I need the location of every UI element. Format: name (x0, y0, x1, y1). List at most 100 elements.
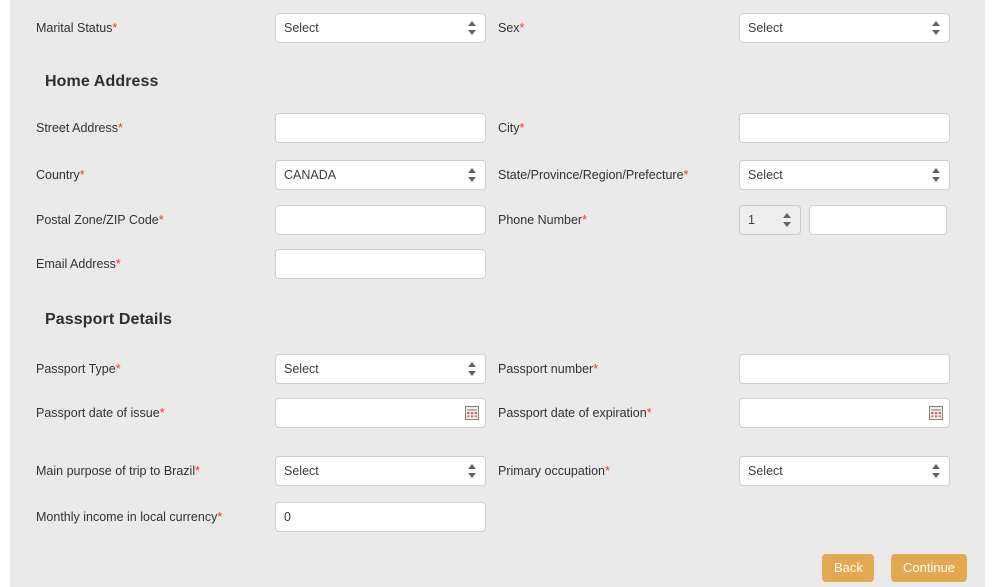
form-row-passport-date-of-issue: Passport date of issue* (36, 398, 486, 428)
label-text: Main purpose of trip to Brazil (36, 464, 196, 478)
input-passport-number[interactable] (739, 354, 950, 384)
label-street-address: Street Address* (36, 113, 123, 143)
field-phone-country-code: 1 (739, 205, 801, 235)
label-postal-code: Postal Zone/ZIP Code* (36, 205, 164, 235)
datepicker-passport-issue[interactable] (275, 398, 486, 428)
input-postal-code[interactable] (275, 205, 486, 235)
label-text: Passport Type (36, 362, 116, 376)
select-primary-occupation[interactable]: Select (739, 456, 950, 486)
label-passport-date-of-issue: Passport date of issue* (36, 398, 165, 428)
section-heading-passport-details: Passport Details (45, 311, 172, 328)
label-passport-number: Passport number* (498, 354, 598, 384)
label-passport-date-of-expiration: Passport date of expiration* (498, 398, 652, 428)
form-panel: Marital Status* Select Sex* Select Home … (10, 0, 985, 587)
form-row-passport-date-of-expiration: Passport date of expiration* (498, 398, 950, 428)
sort-arrows-icon (932, 167, 941, 183)
required-asterisk: * (593, 362, 599, 376)
section-heading-home-address: Home Address (45, 73, 159, 90)
label-text: Monthly income in local currency (36, 510, 218, 524)
field-country: CANADA (275, 160, 486, 190)
label-text: Marital Status (36, 21, 113, 35)
select-phone-country-code[interactable]: 1 (739, 205, 801, 235)
input-street-address[interactable] (275, 113, 486, 143)
select-value: Select (284, 21, 319, 35)
select-state-province[interactable]: Select (739, 160, 950, 190)
field-postal-code (275, 205, 486, 235)
form-row-passport-number: Passport number* (498, 354, 950, 384)
label-sex: Sex* (498, 13, 524, 43)
input-email-address[interactable] (275, 249, 486, 279)
field-monthly-income (275, 502, 486, 532)
form-row-postal-code: Postal Zone/ZIP Code* (36, 205, 486, 235)
input-phone-number[interactable] (809, 205, 947, 235)
sort-arrows-icon (932, 20, 941, 36)
select-value: Select (748, 168, 783, 182)
label-email-address: Email Address* (36, 249, 121, 279)
label-country: Country* (36, 160, 85, 190)
required-asterisk: * (112, 21, 118, 35)
label-text: State/Province/Region/Prefecture (498, 168, 684, 182)
select-sex[interactable]: Select (739, 13, 950, 43)
input-passport-date-of-expiration[interactable] (739, 398, 950, 428)
field-primary-occupation: Select (739, 456, 950, 486)
label-monthly-income: Monthly income in local currency* (36, 502, 222, 532)
form-row-email-address: Email Address* (36, 249, 486, 279)
field-sex: Select (739, 13, 950, 43)
label-text: Street Address (36, 121, 118, 135)
select-value: Select (748, 464, 783, 478)
required-asterisk: * (519, 21, 525, 35)
required-asterisk: * (646, 406, 652, 420)
input-monthly-income[interactable] (275, 502, 486, 532)
required-asterisk: * (159, 406, 165, 420)
field-city (739, 113, 950, 143)
sort-arrows-icon (468, 167, 477, 183)
form-row-trip-purpose: Main purpose of trip to Brazil* Select (36, 456, 486, 486)
field-phone-number: 1 (739, 205, 950, 235)
label-text: Passport number (498, 362, 594, 376)
select-value: Select (748, 21, 783, 35)
back-button[interactable]: Back (822, 554, 874, 582)
field-street-address (275, 113, 486, 143)
input-passport-date-of-issue[interactable] (275, 398, 486, 428)
label-phone-number: Phone Number* (498, 205, 587, 235)
field-passport-type: Select (275, 354, 486, 384)
field-phone-digits (809, 205, 947, 235)
select-value: CANADA (284, 168, 337, 182)
required-asterisk: * (582, 213, 587, 227)
required-asterisk: * (519, 121, 525, 135)
label-text: City (498, 121, 520, 135)
field-state-province: Select (739, 160, 950, 190)
field-passport-date-of-expiration (739, 398, 950, 428)
select-trip-purpose[interactable]: Select (275, 456, 486, 486)
input-city[interactable] (739, 113, 950, 143)
select-country[interactable]: CANADA (275, 160, 486, 190)
label-text: Passport date of expiration (498, 406, 647, 420)
required-asterisk: * (118, 121, 123, 135)
label-text: Email Address (36, 257, 116, 271)
label-text: Country (36, 168, 80, 182)
label-primary-occupation: Primary occupation* (498, 456, 610, 486)
field-passport-number (739, 354, 950, 384)
required-asterisk: * (115, 257, 121, 271)
form-row-city: City* (498, 113, 950, 143)
datepicker-passport-expiration[interactable] (739, 398, 950, 428)
field-email-address (275, 249, 486, 279)
label-state-province: State/Province/Region/Prefecture* (498, 160, 688, 190)
form-row-sex: Sex* Select (498, 13, 950, 43)
form-row-passport-type: Passport Type* Select (36, 354, 486, 384)
label-text: Passport date of issue (36, 406, 160, 420)
form-row-street-address: Street Address* (36, 113, 486, 143)
required-asterisk: * (79, 168, 85, 182)
label-trip-purpose: Main purpose of trip to Brazil* (36, 456, 200, 486)
form-row-primary-occupation: Primary occupation* Select (498, 456, 950, 486)
select-passport-type[interactable]: Select (275, 354, 486, 384)
continue-button[interactable]: Continue (891, 554, 967, 582)
label-city: City* (498, 113, 524, 143)
select-marital-status[interactable]: Select (275, 13, 486, 43)
required-asterisk: * (115, 362, 121, 376)
form-row-monthly-income: Monthly income in local currency* (36, 502, 486, 532)
label-text: Postal Zone/ZIP Code (36, 213, 159, 227)
required-asterisk: * (195, 464, 200, 478)
label-marital-status: Marital Status* (36, 13, 117, 43)
required-asterisk: * (683, 168, 689, 182)
